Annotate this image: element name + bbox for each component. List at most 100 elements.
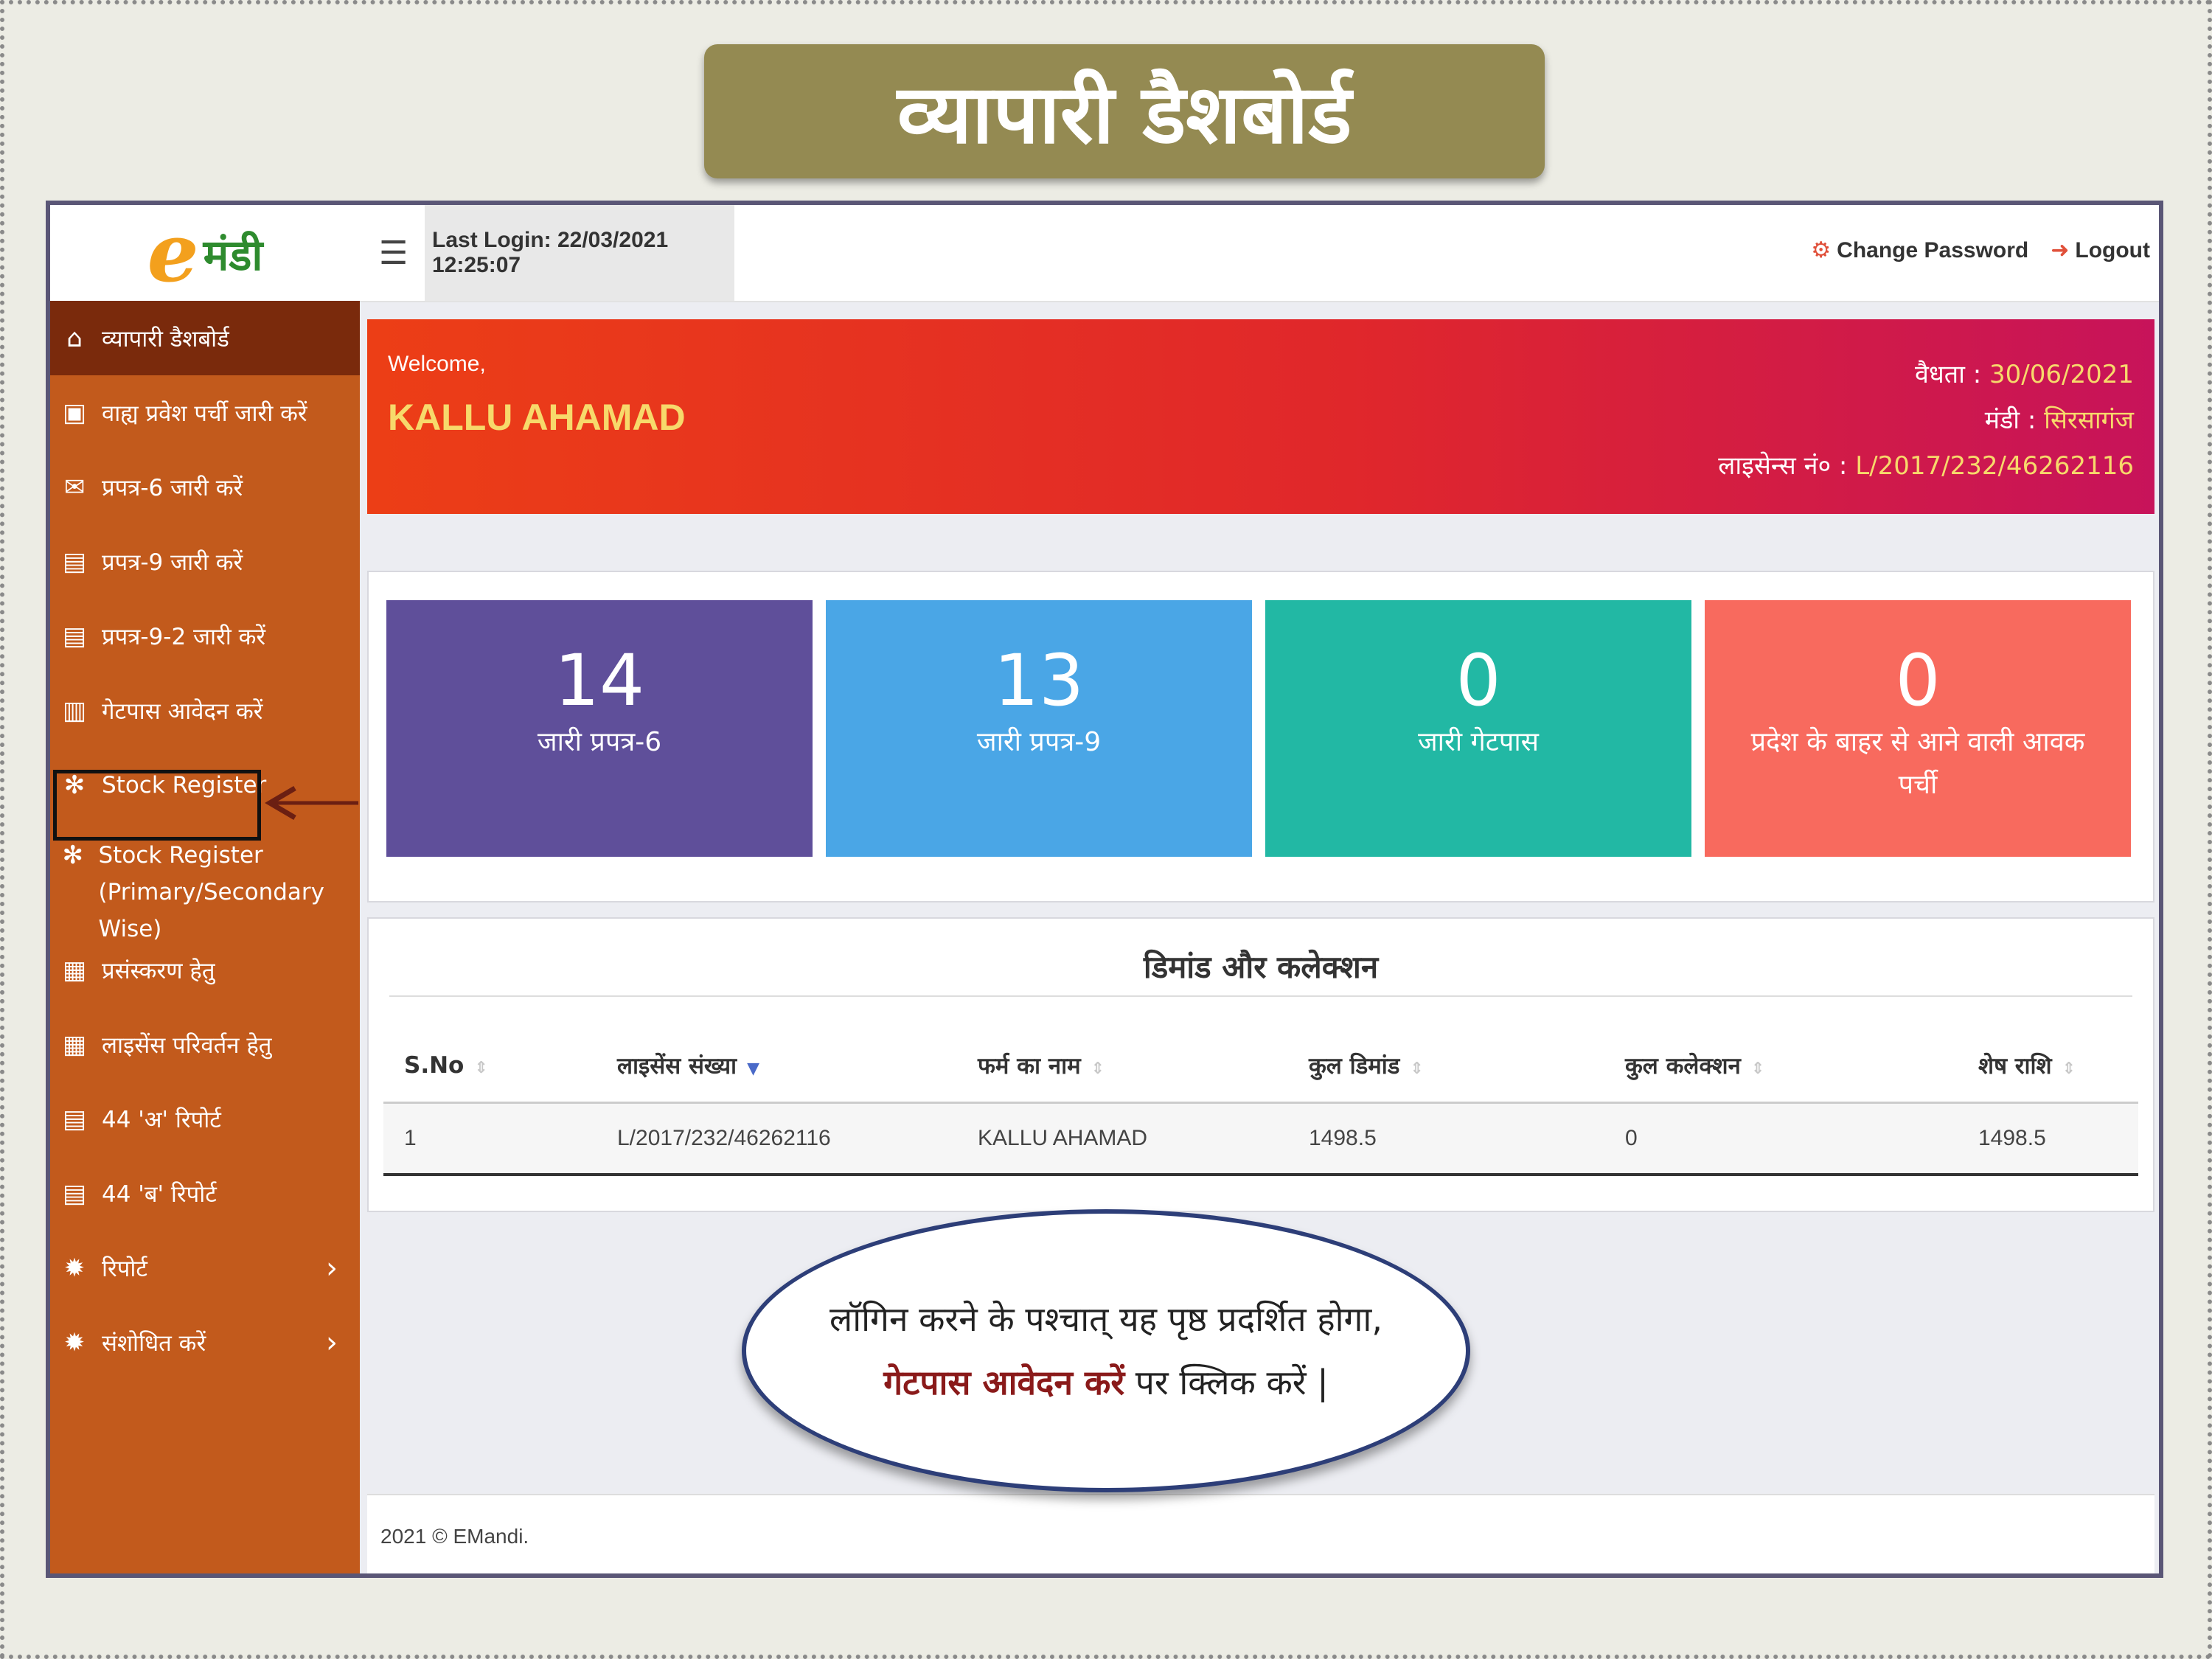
emandi-logo[interactable]: e मंडी — [50, 205, 360, 301]
sidebar-item-label: रिपोर्ट — [102, 1255, 147, 1282]
sidebar-item-reports[interactable]: ✹ रिपोर्ट › — [50, 1231, 360, 1305]
license-value: L/2017/232/46262116 — [1855, 451, 2134, 481]
table-row[interactable]: 1 L/2017/232/46262116 KALLU AHAMAD 1498.… — [383, 1102, 2138, 1176]
gear-icon: ✹ — [63, 1327, 86, 1357]
validity-row: वैधता : 30/06/2021 — [1718, 352, 2134, 397]
hamburger-icon[interactable]: ☰ — [379, 234, 408, 272]
sidebar-item-label: लाइसेंस परिवर्तन हेतु — [102, 1032, 272, 1059]
label-line-1: Stock Register — [98, 842, 263, 869]
document-icon: ▤ — [62, 1104, 87, 1134]
stat-value: 0 — [1895, 639, 1941, 722]
logout-label: Logout — [2075, 238, 2150, 262]
sort-icon: ⇕ — [474, 1059, 488, 1077]
logo-letter: e — [147, 205, 199, 300]
home-icon: ⌂ — [66, 323, 83, 353]
document-icon: ▤ — [62, 621, 87, 651]
panel-title: डिमांड और कलेक्शन — [1143, 949, 1379, 985]
stat-label: जारी प्रपत्र-6 — [537, 727, 662, 757]
footer: 2021 © EMandi. — [367, 1494, 2154, 1573]
entry-slip-icon: ▣ — [62, 397, 87, 428]
callout-line-2: गेटपास आवेदन करें पर क्लिक करें | — [746, 1351, 1466, 1414]
stat-card-gatepass[interactable]: 0 जारी गेटपास — [1265, 600, 1691, 857]
stat-value: 14 — [554, 639, 645, 722]
callout-rest: पर क्लिक करें | — [1124, 1363, 1329, 1402]
cell-balance: 1498.5 — [1958, 1102, 2138, 1176]
grid-icon: ▦ — [62, 955, 87, 985]
stat-card-form9[interactable]: 13 जारी प्रपत्र-9 — [826, 600, 1252, 857]
validity-label: वैधता : — [1914, 360, 1990, 389]
header-label: कुल कलेक्शन — [1625, 1053, 1741, 1079]
sidebar-item-report-44b[interactable]: ▤ 44 'ब' रिपोर्ट — [50, 1156, 360, 1231]
last-login-info: Last Login: 22/03/2021 12:25:07 — [425, 205, 734, 301]
column-header-sno[interactable]: S.No ⇕ — [383, 1029, 597, 1104]
license-label: लाइसेन्स नं० : — [1718, 451, 1856, 481]
sidebar-item-label: संशोधित करें — [102, 1329, 206, 1357]
header-label: फर्म का नाम — [978, 1053, 1081, 1079]
sort-icon: ⇕ — [2062, 1060, 2076, 1078]
slide-title-banner: व्यापारी डैशबोर्ड — [704, 44, 1545, 178]
sidebar-item-form9[interactable]: ▤ प्रपत्र-9 जारी करें — [50, 524, 360, 599]
stat-value: 13 — [993, 639, 1085, 722]
cell-total-collection: 0 — [1604, 1102, 1958, 1176]
sidebar-item-label: व्यापारी डैशबोर्ड — [102, 325, 229, 352]
header-label: कुल डिमांड — [1309, 1053, 1400, 1079]
sidebar-item-report-44a[interactable]: ▤ 44 'अ' रिपोर्ट — [50, 1082, 360, 1156]
demand-table: S.No ⇕ लाइसेंस संख्या ▼ फर्म का नाम ⇕ कुल ड… — [383, 1029, 2138, 1176]
sidebar-item-label: 44 'अ' रिपोर्ट — [102, 1106, 221, 1133]
logout-link[interactable]: ➜ Logout — [2051, 237, 2150, 263]
callout-line-1: लॉगिन करने के पश्चात् यह पृष्ठ प्रदर्शित… — [830, 1299, 1382, 1339]
change-password-label: Change Password — [1837, 238, 2029, 262]
mandi-label: मंडी : — [1984, 406, 2045, 435]
stat-label: जारी प्रपत्र-9 — [976, 727, 1102, 757]
sidebar-item-processing[interactable]: ▦ प्रसंस्करण हेतु — [50, 933, 360, 1007]
sidebar-item-label: प्रसंस्करण हेतु — [102, 957, 215, 984]
sidebar-item-form6[interactable]: ✉ प्रपत्र-6 जारी करें — [50, 450, 360, 524]
sort-icon: ⇕ — [1750, 1060, 1765, 1078]
stat-card-outside-arrival[interactable]: 0 प्रदेश के बाहर से आने वाली आवक पर्ची — [1705, 600, 2131, 857]
sort-desc-icon: ▼ — [747, 1060, 759, 1078]
sidebar-item-label: प्रपत्र-9 जारी करें — [102, 549, 243, 576]
document-icon: ▤ — [62, 1178, 87, 1208]
sidebar-item-form9-2[interactable]: ▤ प्रपत्र-9-2 जारी करें — [50, 599, 360, 673]
sidebar: ⌂ व्यापारी डैशबोर्ड ▣ वाह्य प्रवेश पर्ची… — [50, 301, 360, 1573]
stat-label: प्रदेश के बाहर से आने वाली आवक पर्ची — [1750, 727, 2085, 800]
table-header-row: S.No ⇕ लाइसेंस संख्या ▼ फर्म का नाम ⇕ कुल ड… — [383, 1029, 2138, 1104]
cell-firm: KALLU AHAMAD — [957, 1102, 1288, 1176]
stats-panel: 14 जारी प्रपत्र-6 13 जारी प्रपत्र-9 0 जा… — [367, 571, 2154, 902]
column-header-balance[interactable]: शेष राशि ⇕ — [1958, 1029, 2138, 1104]
sidebar-item-entry-slip[interactable]: ▣ वाह्य प्रवेश पर्ची जारी करें — [50, 375, 360, 450]
sidebar-item-label: वाह्य प्रवेश पर्ची जारी करें — [102, 400, 307, 427]
instruction-callout: लॉगिन करने के पश्चात् यह पृष्ठ प्रदर्शित… — [742, 1209, 1470, 1492]
mandi-value: सिरसागंज — [2044, 406, 2134, 435]
sidebar-item-license-change[interactable]: ▦ लाइसेंस परिवर्तन हेतु — [50, 1007, 360, 1082]
logo-text: मंडी — [203, 229, 263, 280]
top-bar: ☰ Last Login: 22/03/2021 12:25:07 ⚙ Chang… — [360, 205, 2159, 302]
logout-icon: ➜ — [2051, 238, 2070, 262]
stat-card-form6[interactable]: 14 जारी प्रपत्र-6 — [386, 600, 813, 857]
pointer-arrow-icon — [265, 785, 358, 821]
welcome-card: Welcome, KALLU AHAMAD वैधता : 30/06/2021… — [367, 319, 2154, 514]
column-header-total-collection[interactable]: कुल कलेक्शन ⇕ — [1604, 1029, 1958, 1104]
change-password-link[interactable]: ⚙ Change Password — [1811, 237, 2028, 263]
envelope-icon: ✉ — [63, 472, 86, 502]
cell-sno: 1 — [383, 1102, 597, 1176]
sidebar-item-label: प्रपत्र-9-2 जारी करें — [102, 623, 266, 650]
sidebar-item-gatepass-apply[interactable]: ▥ गेटपास आवेदन करें — [50, 673, 360, 748]
column-header-license[interactable]: लाइसेंस संख्या ▼ — [597, 1029, 957, 1104]
license-row: लाइसेन्स नं० : L/2017/232/46262116 — [1718, 443, 2134, 489]
column-header-firm[interactable]: फर्म का नाम ⇕ — [957, 1029, 1288, 1104]
stat-label: जारी गेटपास — [1417, 727, 1540, 757]
column-header-total-demand[interactable]: कुल डिमांड ⇕ — [1288, 1029, 1604, 1104]
sidebar-item-label: प्रपत्र-6 जारी करें — [102, 474, 243, 501]
sidebar-item-modify[interactable]: ✹ संशोधित करें › — [50, 1305, 360, 1380]
sort-icon: ⇕ — [1091, 1060, 1105, 1078]
sidebar-item-dashboard[interactable]: ⌂ व्यापारी डैशबोर्ड — [50, 301, 360, 375]
sidebar-item-label: 44 'ब' रिपोर्ट — [102, 1180, 217, 1208]
bar-chart-icon: ▥ — [62, 695, 87, 726]
license-info: वैधता : 30/06/2021 मंडी : सिरसागंज लाइसे… — [1718, 352, 2134, 489]
sidebar-item-label: Stock Register (Primary/Secondary Wise) — [98, 837, 360, 947]
stat-value: 0 — [1455, 639, 1501, 722]
snowflake-icon: ✻ — [62, 841, 83, 870]
cell-total-demand: 1498.5 — [1288, 1102, 1604, 1176]
document-icon: ▤ — [62, 546, 87, 577]
